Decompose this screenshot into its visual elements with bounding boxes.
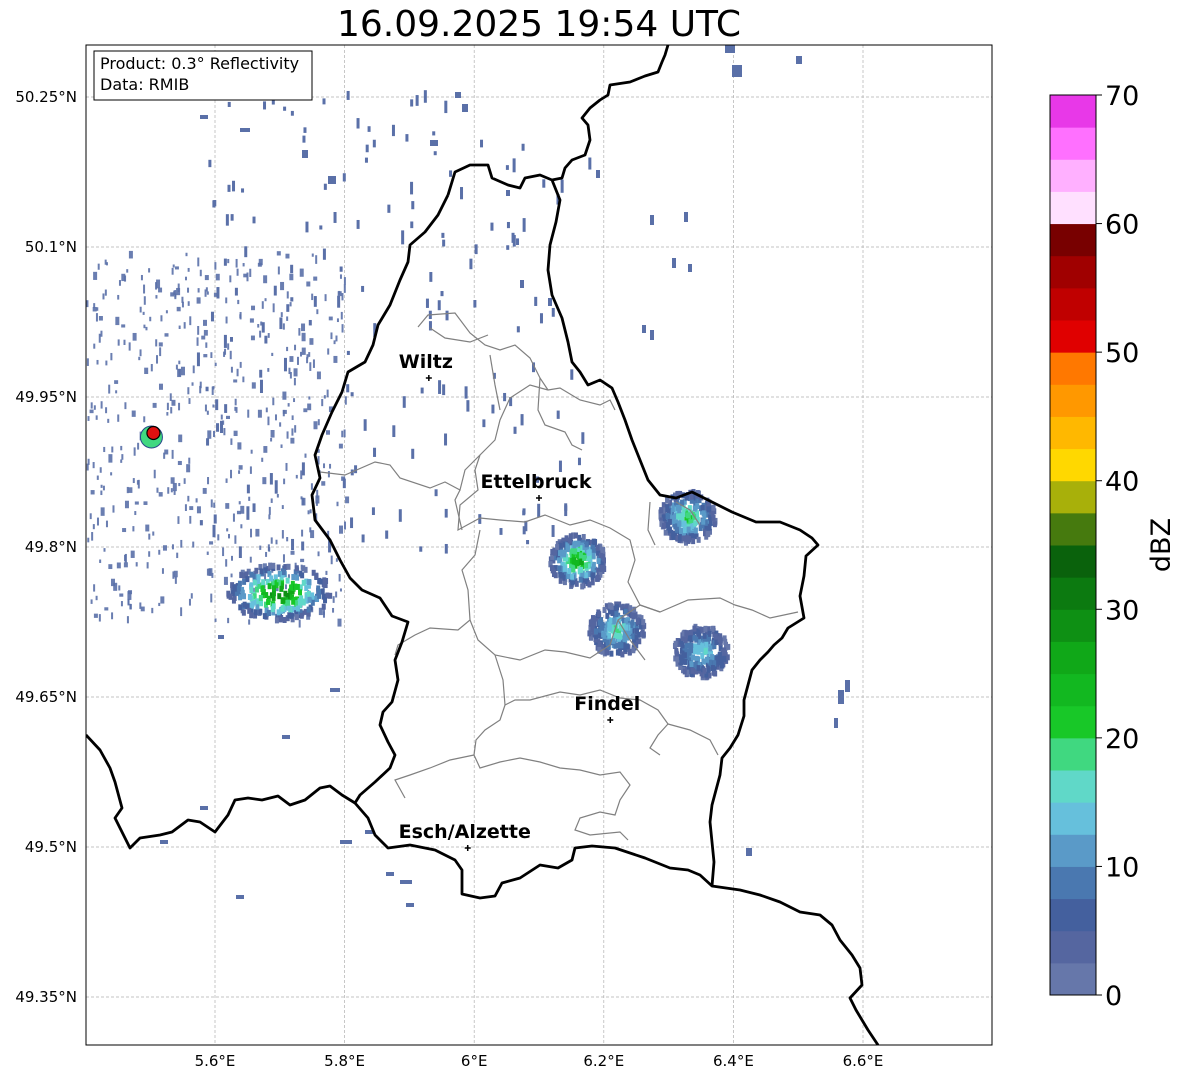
colorbar-tick-label: 50 <box>1105 338 1139 369</box>
colorbar-band <box>1050 223 1096 257</box>
colorbar-tick-label: 40 <box>1105 467 1139 498</box>
colorbar-band <box>1050 545 1096 578</box>
colorbar-band <box>1050 448 1096 482</box>
colorbar-tick-label: 10 <box>1105 852 1139 883</box>
colorbar-tick-label: 20 <box>1105 724 1139 755</box>
lat-tick-label: 50.1°N <box>25 238 77 256</box>
city-label: Esch/Alzette <box>399 821 531 843</box>
colorbar: 0 10 20 30 40 50 60 70 dBZ <box>1049 81 1177 1012</box>
colorbar-band <box>1050 962 1096 996</box>
map-area[interactable]: Wiltz Ettelbruck Findel Esch/Alzette Produc… <box>86 45 992 1045</box>
colorbar-band <box>1050 609 1096 642</box>
colorbar-band <box>1050 159 1096 192</box>
figure: Wiltz Ettelbruck Findel Esch/Alzette Produc… <box>15 44 1177 1070</box>
lon-tick-label: 6.2°E <box>583 1052 624 1070</box>
lon-tick-label: 5.8°E <box>324 1052 365 1070</box>
colorbar-band <box>1050 255 1096 289</box>
colorbar-band <box>1050 352 1096 385</box>
colorbar-band <box>1050 127 1096 160</box>
lat-tick-label: 49.5°N <box>25 838 77 856</box>
colorbar-band <box>1050 480 1096 514</box>
colorbar-band <box>1050 802 1096 835</box>
lat-tick-label: 49.8°N <box>25 538 77 556</box>
info-product: Product: 0.3° Reflectivity <box>100 54 299 73</box>
colorbar-band <box>1050 770 1096 803</box>
longitude-ticks: 5.6°E 5.8°E 6°E 6.2°E 6.4°E 6.6°E <box>195 1052 884 1070</box>
latitude-ticks: 50.25°N 50.1°N 49.95°N 49.8°N 49.65°N 49.5°N 4… <box>15 88 77 1006</box>
colorbar-tick-label: 70 <box>1105 81 1139 112</box>
colorbar-band <box>1050 866 1096 900</box>
colorbar-band <box>1050 512 1096 546</box>
lat-tick-label: 50.25°N <box>15 88 77 106</box>
info-data-source: Data: RMIB <box>100 75 189 94</box>
colorbar-band <box>1050 930 1096 964</box>
colorbar-tick-label: 30 <box>1105 595 1139 626</box>
colorbar-tick-label: 60 <box>1105 210 1139 241</box>
colorbar-band <box>1050 898 1096 932</box>
city-label: Ettelbruck <box>481 471 592 493</box>
lat-tick-label: 49.95°N <box>15 388 77 406</box>
lat-tick-label: 49.65°N <box>15 688 77 706</box>
colorbar-band <box>1050 705 1096 739</box>
lon-tick-label: 5.6°E <box>195 1052 236 1070</box>
lon-tick-label: 6°E <box>461 1052 488 1070</box>
colorbar-band <box>1050 416 1096 450</box>
colorbar-band <box>1050 577 1096 610</box>
radar-location-dot <box>146 425 161 441</box>
colorbar-label: dBZ <box>1146 518 1177 572</box>
city-label: Wiltz <box>399 351 453 373</box>
colorbar-band <box>1050 95 1096 128</box>
colorbar-band <box>1050 737 1096 771</box>
colorbar-band <box>1050 287 1096 321</box>
colorbar-band <box>1050 384 1096 417</box>
lon-tick-label: 6.4°E <box>713 1052 754 1070</box>
lat-tick-label: 49.35°N <box>15 988 77 1006</box>
colorbar-band <box>1050 191 1096 225</box>
colorbar-band <box>1050 320 1096 353</box>
colorbar-band <box>1050 673 1096 707</box>
radar-site <box>139 425 163 449</box>
colorbar-band <box>1050 834 1096 867</box>
info-box: Product: 0.3° Reflectivity Data: RMIB <box>93 50 313 101</box>
colorbar-band <box>1050 641 1096 675</box>
city-label: Findel <box>574 693 640 715</box>
colorbar-tick-label: 0 <box>1105 981 1122 1012</box>
lon-tick-label: 6.6°E <box>843 1052 884 1070</box>
